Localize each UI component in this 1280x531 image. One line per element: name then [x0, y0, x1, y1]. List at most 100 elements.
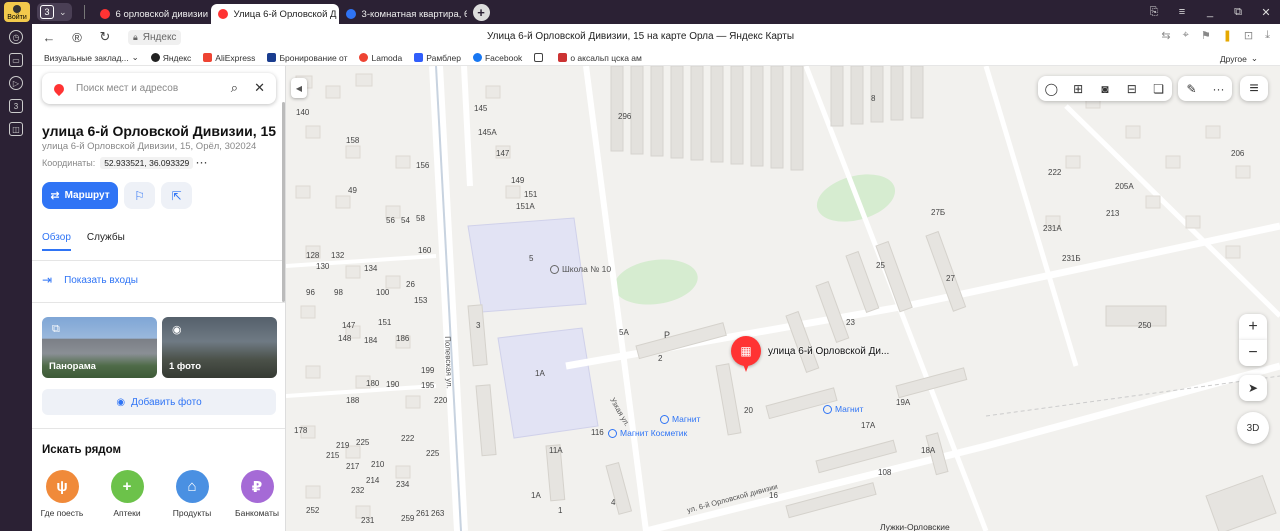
panel-scrollbar[interactable] — [282, 102, 285, 302]
tab-1[interactable]: 6 орловской дивизии 15 — [93, 4, 211, 24]
bookmark-cska[interactable]: о аксальп цска ам — [558, 53, 642, 63]
house-number: 27Б — [931, 208, 946, 217]
nearby-categories: ψ Где поесть + Аптеки ⌂ Продукты ₽ Банко… — [38, 470, 281, 518]
minimize-button[interactable]: _ — [1196, 6, 1224, 18]
category-food[interactable]: ψ Где поесть — [38, 470, 86, 518]
more-icon[interactable]: ··· — [196, 158, 208, 168]
bookmark-label: Бронирование от — [279, 52, 348, 63]
url-field[interactable]: 🔒︎ Яндекс — [128, 29, 182, 45]
route-button[interactable]: ⇄ Маршрут — [42, 182, 118, 209]
poi-magnit[interactable]: Магнит — [660, 414, 700, 424]
facebook-icon — [472, 53, 482, 62]
bookmarks-bar: Визуальные заклад... ⌄ Яндекс AliExpress … — [32, 50, 1280, 66]
play-icon[interactable]: ▷ — [9, 76, 23, 90]
bookmark-booking[interactable]: Бронирование от — [267, 53, 347, 63]
share-icon: ⇱ — [171, 188, 182, 203]
place-panel: ⌕ ✕ улица 6-й Орловской Дивизии, 15 улиц… — [32, 66, 286, 531]
layers-icon[interactable]: ❏ — [1145, 82, 1172, 96]
poi-school[interactable]: Школа № 10 — [550, 264, 611, 274]
house-number: 252 — [306, 506, 320, 515]
translate-icon[interactable]: ⇆ — [1161, 29, 1170, 42]
bookmark-label: AliExpress — [215, 52, 256, 63]
search-icon[interactable]: ⌕ — [231, 80, 238, 96]
bookmark-rambler[interactable]: Рамблер — [414, 53, 461, 63]
house-number: 3 — [476, 321, 481, 330]
zoom-in-button[interactable]: + — [1239, 314, 1267, 340]
menu-button[interactable]: ≡ — [1240, 76, 1268, 101]
tab-3[interactable]: 3-комнатная квартира, 64 — [339, 4, 467, 24]
tab-count-button[interactable]: 3 ⌄ — [37, 3, 72, 21]
bookmark-aliexpress[interactable]: AliExpress — [203, 53, 255, 63]
login-button[interactable]: Войти — [4, 2, 30, 22]
reader-icon[interactable]: ⊡ — [1244, 29, 1253, 42]
plus-icon: + — [110, 470, 144, 503]
ruler-icon[interactable]: ✎ — [1178, 82, 1205, 96]
entrances-label: Показать входы — [64, 274, 138, 286]
house-number: 26 — [406, 280, 415, 289]
tab-overview[interactable]: Обзор — [42, 232, 71, 251]
search-input[interactable] — [76, 83, 216, 94]
maximize-button[interactable]: ⧉ — [1224, 6, 1252, 19]
history-icon[interactable]: ◷ — [9, 30, 23, 44]
bookmark-icon[interactable]: ⚑ — [1201, 29, 1211, 42]
collapse-panel-button[interactable]: ◀ — [291, 78, 307, 98]
house-number: 151 — [378, 318, 392, 327]
bookmark-facebook[interactable]: Facebook — [472, 53, 522, 63]
new-tab-button[interactable]: + — [472, 3, 490, 21]
location-marker[interactable]: ▦ — [731, 336, 761, 372]
tab-services[interactable]: Службы — [87, 232, 125, 251]
tab-2[interactable]: Улица 6-й Орловской Д ✕ — [210, 4, 339, 24]
3d-button[interactable]: 3D — [1237, 412, 1269, 444]
show-entrances-link[interactable]: ⇥ Показать входы — [42, 273, 138, 287]
reload-icon[interactable]: ↻ — [94, 29, 116, 45]
camera-icon[interactable]: ◙ — [1092, 82, 1119, 96]
tabs-count-icon[interactable]: 3 — [9, 99, 23, 113]
back-icon[interactable]: ← — [38, 30, 60, 45]
zoom-out-button[interactable]: − — [1239, 340, 1267, 366]
add-photo-button[interactable]: ◉ Добавить фото — [42, 389, 276, 415]
house-number: 100 — [376, 288, 390, 297]
cloud-icon[interactable]: ◫ — [9, 122, 23, 136]
category-atm[interactable]: ₽ Банкоматы — [233, 470, 281, 518]
my-location-button[interactable]: ➤ — [1239, 375, 1267, 401]
garage-blocks — [610, 66, 924, 171]
poi-luzhki[interactable]: Лужки-Орловские — [880, 522, 950, 531]
panorama-icon[interactable]: ⊞ — [1065, 82, 1092, 96]
collections-icon[interactable]: ▭ — [9, 53, 23, 67]
house-number: 190 — [386, 380, 400, 389]
bookmark-label: Lamoda — [371, 52, 403, 63]
photo-thumbnail[interactable]: ◉ 1 фото — [162, 317, 277, 378]
house-number: 27 — [946, 274, 955, 283]
category-pharmacy[interactable]: + Аптеки — [103, 470, 151, 518]
traffic-icon[interactable]: ◯ — [1038, 82, 1065, 96]
location-icon[interactable]: ⌖ — [1183, 29, 1189, 42]
bookmark-page[interactable] — [534, 53, 546, 62]
coords-value[interactable]: 52.933521, 36.093329 — [100, 157, 194, 169]
bookmark-label: Яндекс — [162, 52, 192, 63]
extension-icon[interactable]: ❚ — [1223, 29, 1232, 42]
poi-magnit[interactable]: Магнит — [823, 404, 863, 414]
bookmark-yandex[interactable]: Яндекс — [150, 52, 192, 63]
menu-icon[interactable]: ≡ — [1168, 6, 1196, 18]
house-number: 149 — [511, 176, 525, 185]
share-button[interactable]: ⇱ — [161, 182, 192, 209]
alice-icon[interactable]: ® — [66, 30, 88, 45]
close-icon[interactable]: ✕ — [254, 80, 265, 96]
yandex-maps-favicon-icon — [99, 9, 110, 19]
bookmark-button[interactable]: ⚐ — [124, 182, 155, 209]
panorama-thumbnail[interactable]: ⧉ Панорама — [42, 317, 157, 378]
category-groceries[interactable]: ⌂ Продукты — [168, 470, 216, 518]
bus-icon[interactable]: ⊟ — [1118, 82, 1145, 96]
map-canvas[interactable]: 145 145А 147 149 151 151А 140 158 156 49… — [286, 66, 1280, 531]
chevron-down-icon: ⌄ — [1250, 53, 1258, 63]
tabs-manager-icon[interactable]: ⎘ — [1140, 6, 1168, 19]
close-button[interactable]: ✕ — [1252, 6, 1280, 19]
more-icon[interactable]: ··· — [1205, 82, 1232, 96]
bookmark-lamoda[interactable]: Lamoda — [359, 53, 402, 63]
house-number: 56 — [386, 216, 395, 225]
poi-magnit-kosmetik[interactable]: Магнит Косметик — [608, 428, 687, 438]
download-icon[interactable]: ⤓ — [1265, 29, 1270, 42]
bookmarks-other[interactable]: Другое ⌄ — [1220, 53, 1258, 64]
bookmark-visual[interactable]: Визуальные заклад... ⌄ — [44, 52, 139, 63]
house-number: 134 — [364, 264, 378, 273]
